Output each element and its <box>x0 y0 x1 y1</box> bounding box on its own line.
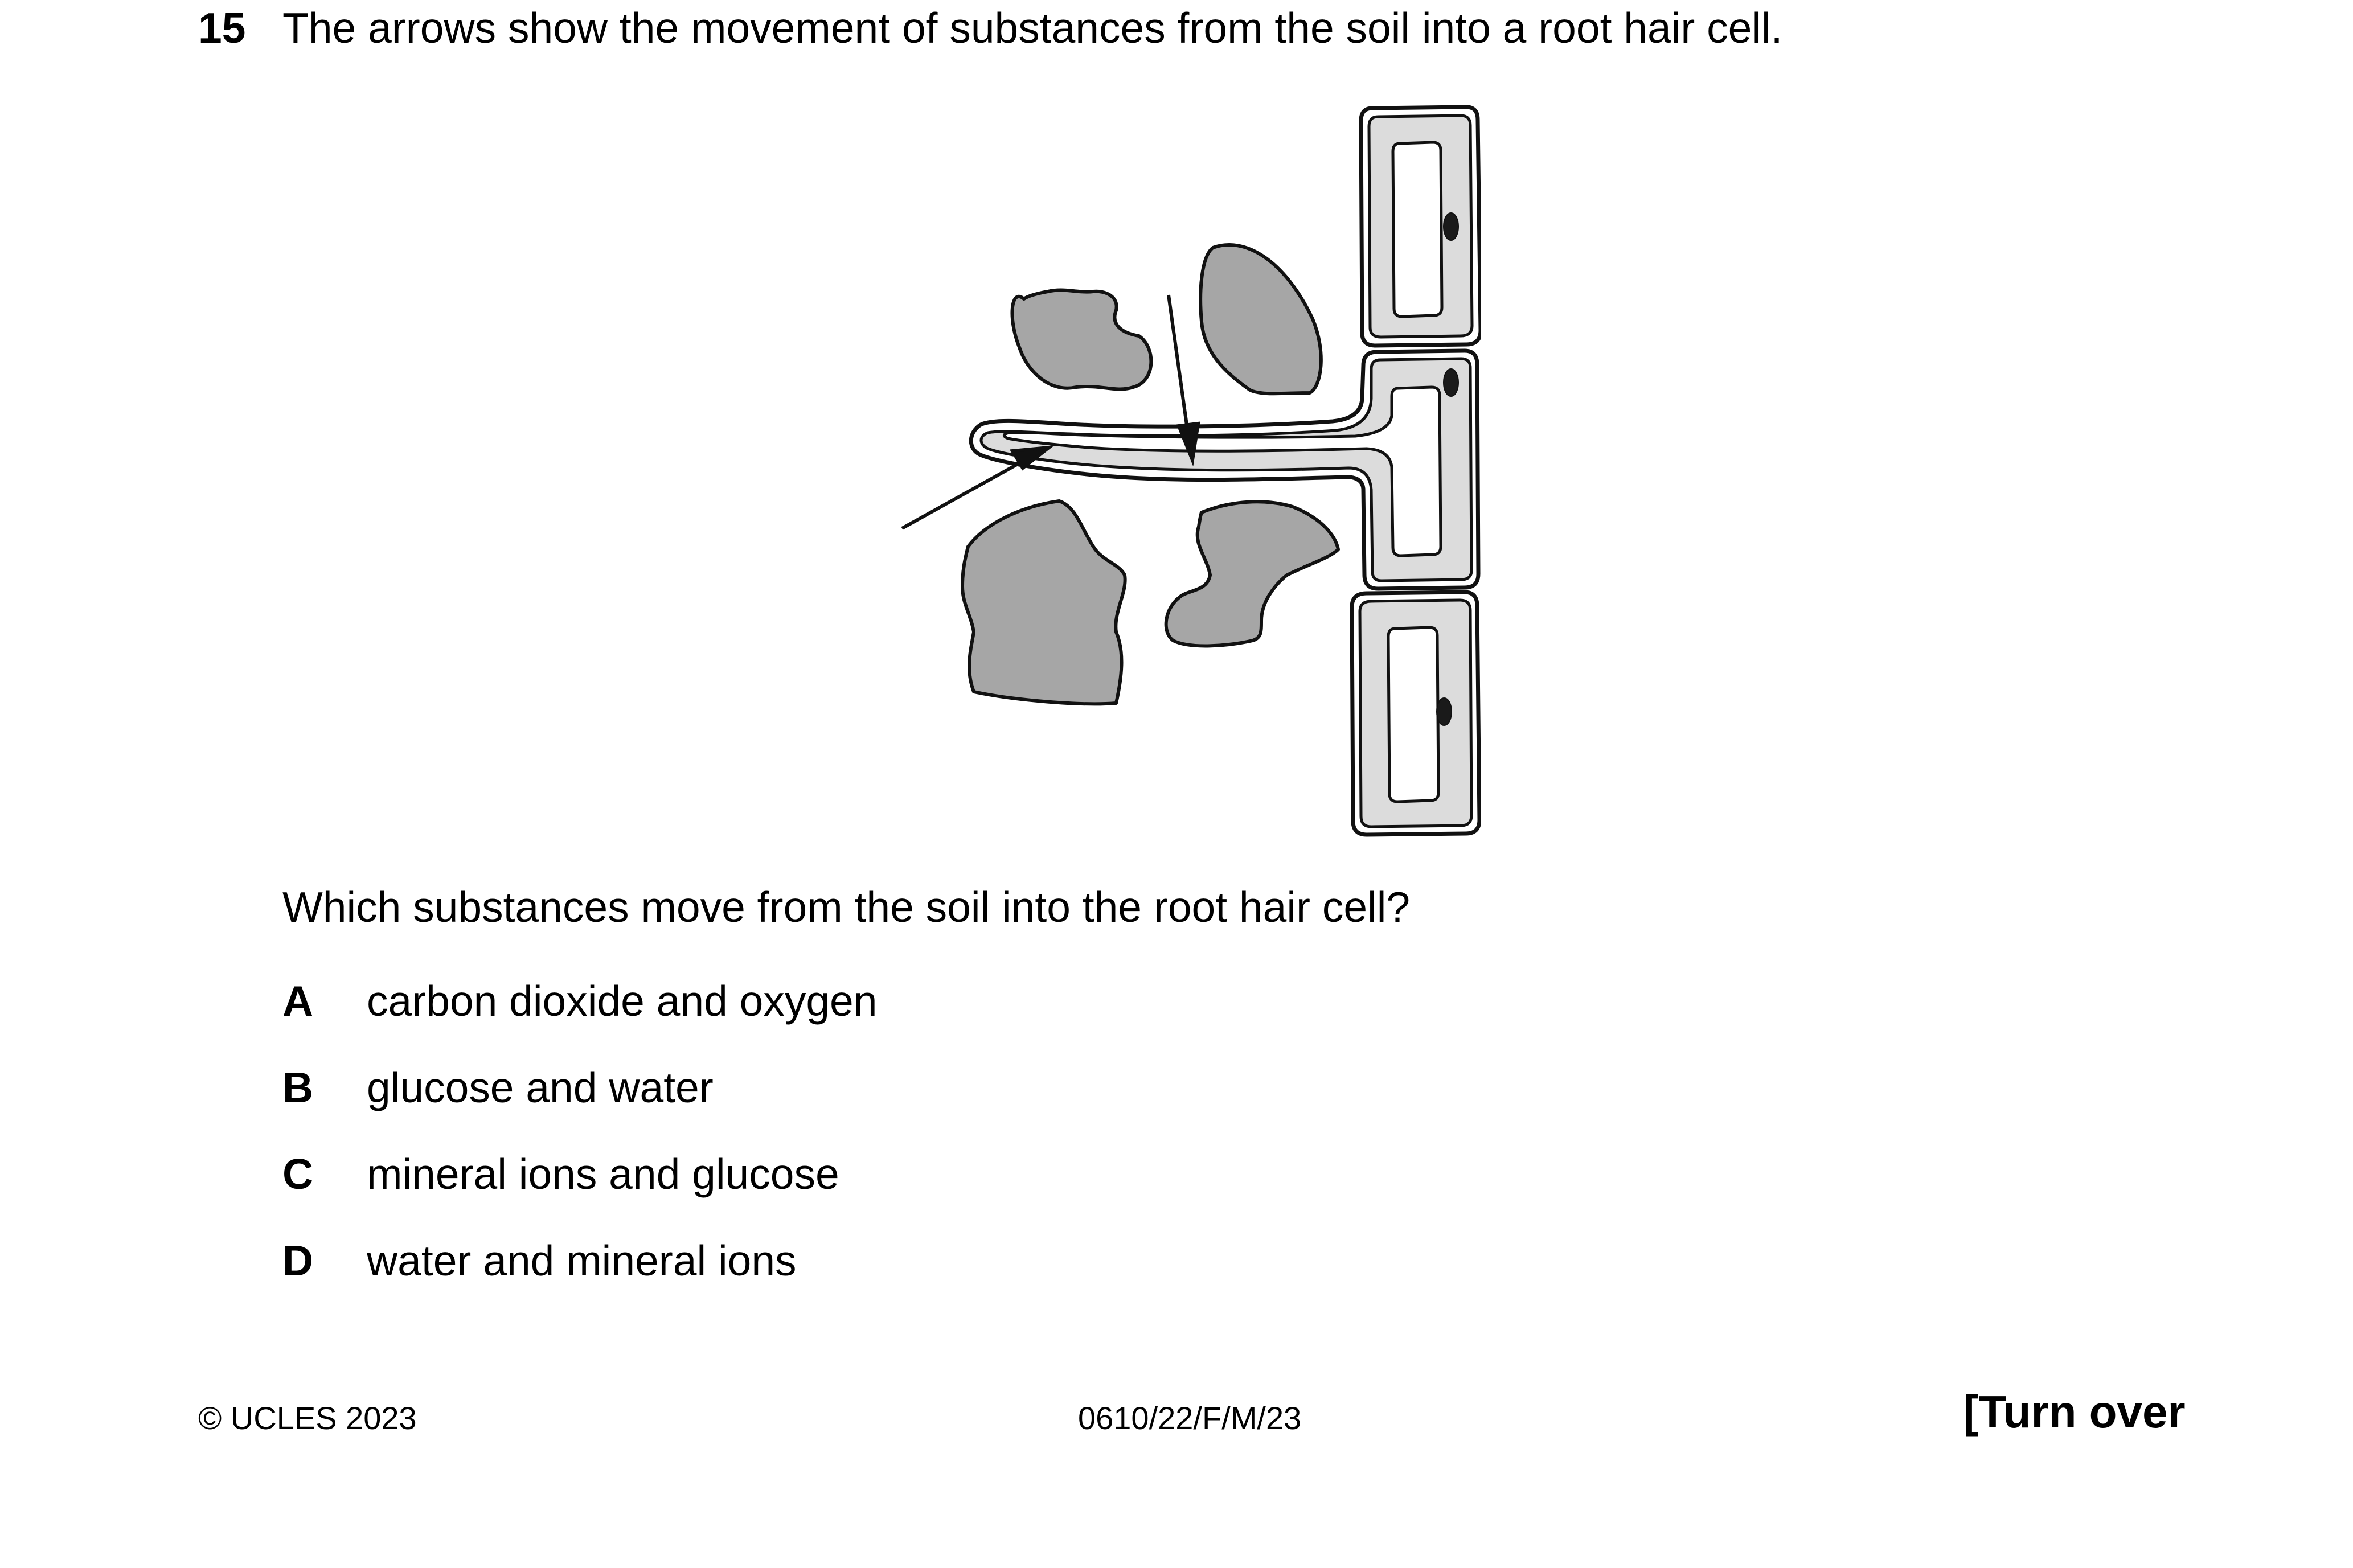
option-c-text: mineral ions and glucose <box>367 1150 839 1198</box>
option-b-text: glucose and water <box>367 1064 714 1111</box>
option-d-text: water and mineral ions <box>367 1237 797 1284</box>
option-c-letter: C <box>282 1150 314 1198</box>
epidermal-cell-top <box>1359 105 1481 348</box>
arrow-vertical <box>1167 294 1191 442</box>
option-d-letter: D <box>282 1237 314 1284</box>
root-hair-diagram <box>901 105 1481 837</box>
nucleus-bottom <box>1436 697 1452 726</box>
copyright-notice: © UCLES 2023 <box>198 1400 417 1436</box>
option-a-text: carbon dioxide and oxygen <box>367 977 878 1025</box>
paper-code: 0610/22/F/M/23 <box>1078 1400 1302 1436</box>
option-b-letter: B <box>282 1064 314 1111</box>
soil-particle-2 <box>1199 243 1323 396</box>
option-a-letter: A <box>282 977 314 1025</box>
epidermal-cell-bottom <box>1350 590 1481 837</box>
nucleus-middle <box>1443 368 1459 397</box>
question-number: 15 <box>198 4 246 52</box>
turn-over-label: [Turn over <box>1963 1386 2186 1437</box>
soil-particle-4 <box>1164 500 1340 648</box>
soil-particle-1 <box>1010 288 1153 391</box>
nucleus-top <box>1443 212 1459 241</box>
question-prompt: Which substances move from the soil into… <box>282 883 1411 931</box>
soil-particle-3 <box>961 499 1127 706</box>
question-stem: The arrows show the movement of substanc… <box>282 4 1783 52</box>
